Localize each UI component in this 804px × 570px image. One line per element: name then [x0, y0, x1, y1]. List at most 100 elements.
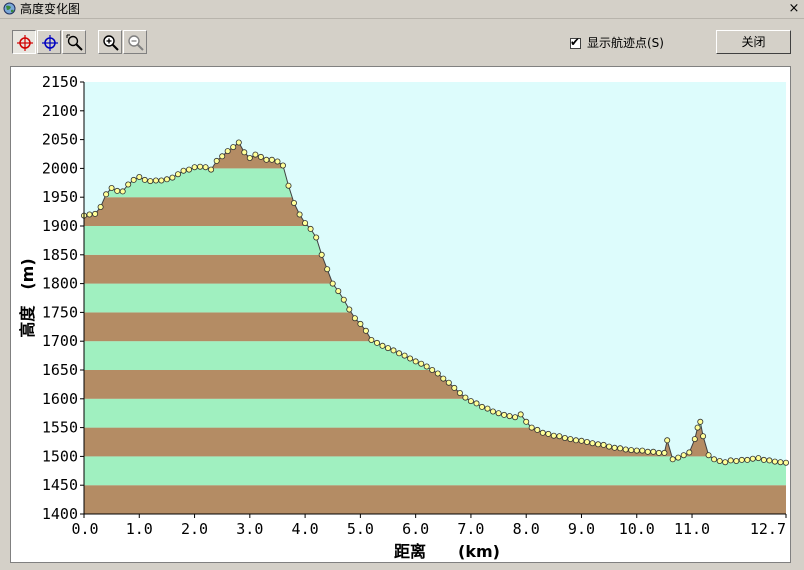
waypoint-marker: [296, 211, 303, 218]
y-tick-label: 2100: [42, 102, 78, 120]
waypoint-marker: [545, 430, 552, 437]
waypoint-marker: [534, 426, 541, 433]
y-tick-label: 1500: [42, 447, 78, 465]
waypoint-marker: [119, 188, 126, 195]
waypoint-marker: [639, 447, 646, 454]
y-tick-label: 1850: [42, 246, 78, 264]
waypoint-marker: [180, 167, 187, 174]
waypoint-marker: [136, 174, 143, 181]
waypoint-marker: [252, 151, 259, 158]
waypoint-marker: [418, 360, 425, 367]
waypoint-marker: [235, 139, 242, 146]
waypoint-marker: [456, 389, 463, 396]
x-tick-label: 1.0: [126, 520, 153, 538]
waypoint-marker: [268, 156, 275, 163]
waypoint-marker: [744, 456, 751, 463]
waypoint-marker: [329, 280, 336, 287]
waypoint-marker: [163, 176, 170, 183]
waypoint-marker: [152, 177, 159, 184]
zoom-out-button[interactable]: [123, 30, 147, 54]
waypoint-marker: [606, 443, 613, 450]
waypoint-marker: [777, 459, 784, 466]
waypoint-marker: [208, 166, 215, 173]
y-tick-label: 1600: [42, 390, 78, 408]
waypoint-marker: [462, 394, 469, 401]
waypoint-marker: [484, 405, 491, 412]
waypoint-marker: [600, 441, 607, 448]
close-window-button[interactable]: ×: [786, 1, 802, 16]
waypoint-marker: [766, 457, 773, 464]
waypoint-marker: [512, 414, 519, 421]
zoom-select-button[interactable]: [62, 30, 86, 54]
waypoint-marker: [517, 411, 524, 418]
waypoint-marker: [589, 440, 596, 447]
x-tick-label: 5.0: [347, 520, 374, 538]
waypoint-marker: [384, 345, 391, 352]
waypoint-marker: [561, 434, 568, 441]
y-tick-label: 1950: [42, 188, 78, 206]
waypoint-marker: [114, 187, 121, 194]
waypoint-marker: [617, 445, 624, 452]
zoom-in-button[interactable]: [98, 30, 122, 54]
checkmark-icon: ✔: [570, 35, 581, 49]
waypoint-marker: [661, 449, 668, 456]
x-tick-label: 4.0: [292, 520, 319, 538]
waypoint-marker: [307, 225, 314, 232]
waypoint-marker: [412, 358, 419, 365]
window-title: 高度变化图: [20, 2, 81, 16]
waypoint-marker: [379, 342, 386, 349]
waypoint-marker: [489, 408, 496, 415]
x-axis-title: 距离 (km): [394, 542, 500, 561]
waypoint-marker: [213, 157, 220, 164]
waypoint-marker: [680, 452, 687, 459]
waypoint-marker: [429, 366, 436, 373]
waypoint-marker: [357, 320, 364, 327]
waypoint-marker: [401, 352, 408, 359]
target-red-button[interactable]: [12, 30, 36, 54]
x-tick-label: 12.7: [750, 520, 786, 538]
waypoint-marker: [368, 336, 375, 343]
show-waypoints-label[interactable]: 显示航迹点(S): [587, 35, 664, 51]
waypoint-marker: [219, 153, 226, 160]
target-red-icon: [17, 35, 33, 51]
waypoint-marker: [478, 403, 485, 410]
elevation-band: [84, 485, 786, 514]
waypoint-marker: [351, 315, 358, 322]
x-tick-label: 2.0: [181, 520, 208, 538]
target-blue-button[interactable]: [37, 30, 61, 54]
waypoint-marker: [633, 447, 640, 454]
waypoint-marker: [318, 251, 325, 258]
waypoint-marker: [373, 339, 380, 346]
zoom-in-icon: [103, 35, 119, 51]
waypoint-marker: [669, 456, 676, 463]
waypoint-marker: [302, 220, 309, 227]
waypoint-marker: [125, 181, 132, 188]
waypoint-marker: [675, 454, 682, 461]
waypoint-marker: [108, 185, 115, 192]
x-tick-label: 9.0: [568, 520, 595, 538]
waypoint-marker: [578, 437, 585, 444]
waypoint-marker: [141, 176, 148, 183]
waypoint-marker: [230, 144, 237, 151]
waypoint-marker: [340, 296, 347, 303]
waypoint-marker: [733, 457, 740, 464]
title-bar: 高度变化图 ×: [0, 0, 804, 19]
waypoint-marker: [655, 449, 662, 456]
y-tick-label: 1750: [42, 303, 78, 321]
waypoint-marker: [335, 288, 342, 295]
x-tick-label: 0.0: [71, 520, 98, 538]
waypoint-marker: [716, 457, 723, 464]
waypoint-marker: [539, 429, 546, 436]
waypoint-marker: [324, 266, 331, 273]
y-tick-label: 1650: [42, 361, 78, 379]
globe-icon: [3, 2, 16, 15]
y-tick-label: 2000: [42, 159, 78, 177]
y-tick-label: 2150: [42, 73, 78, 91]
close-button[interactable]: 关闭: [716, 30, 791, 54]
target-blue-icon: [42, 35, 58, 51]
show-waypoints-checkbox[interactable]: ✔: [570, 35, 581, 49]
waypoint-marker: [279, 162, 286, 169]
waypoint-marker: [622, 446, 629, 453]
waypoint-marker: [197, 163, 204, 170]
zoom-select-icon: [66, 34, 83, 51]
